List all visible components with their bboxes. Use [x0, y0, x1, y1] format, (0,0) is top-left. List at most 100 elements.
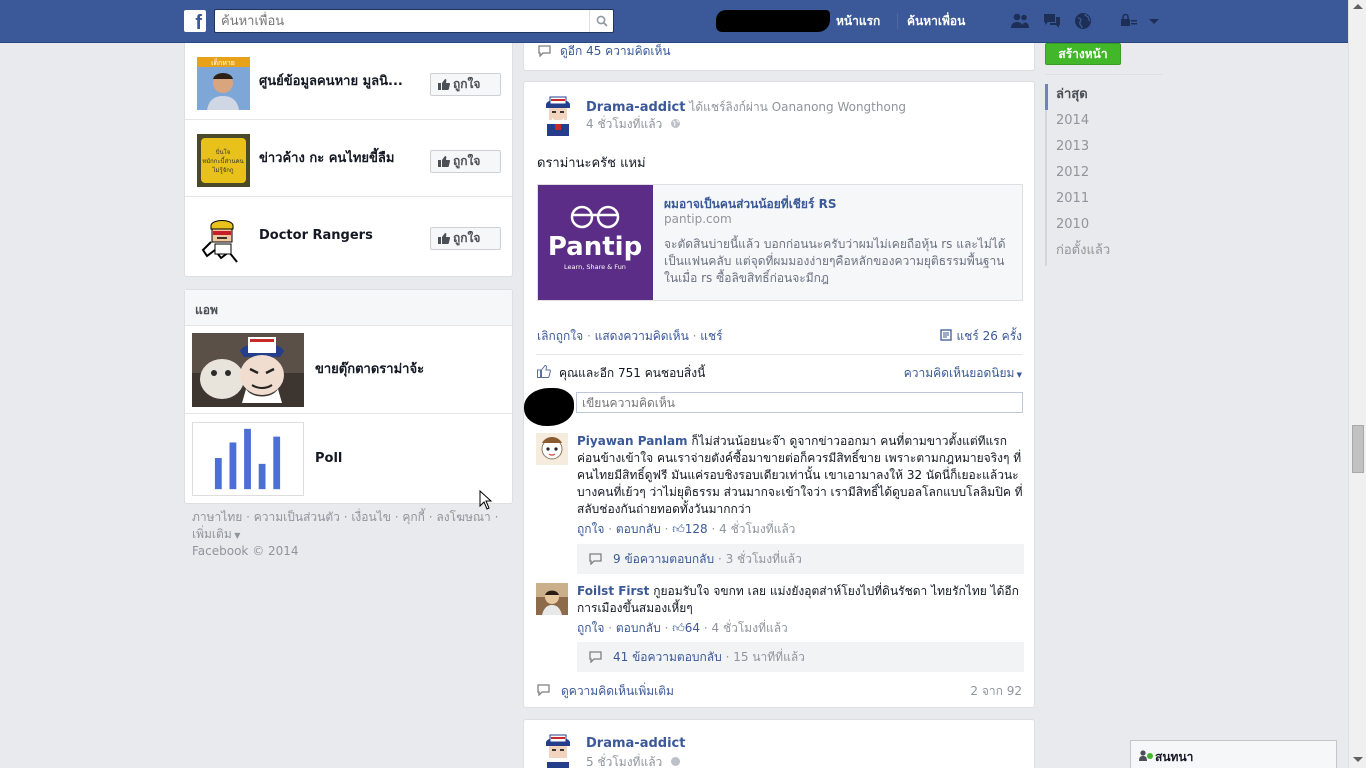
scroll-down-arrow-icon[interactable]: [1353, 757, 1363, 762]
commenter-name[interactable]: Foilst First: [577, 584, 649, 598]
post-card: Drama-addict ได้แชร์ลิงก์ผ่าน Oananong W…: [523, 81, 1035, 708]
like-label: ถูกใจ: [453, 77, 481, 91]
top-bar: f หน้าแรก ค้นหาเพื่อน: [0, 0, 1366, 43]
search-input[interactable]: [215, 10, 589, 32]
page-name[interactable]: ศูนย์ข้อมูลคนหาย มูลนิ...: [259, 43, 431, 120]
timeline-item-2010[interactable]: 2010: [1047, 214, 1165, 240]
view-more-comments-link[interactable]: ดูความคิดเห็นเพิ่มเติม: [537, 682, 674, 701]
scroll-up-arrow-icon[interactable]: [1353, 4, 1363, 9]
view-more-comments-label: ดูอีก 45 ความคิดเห็น: [560, 44, 671, 58]
comment-reply-link[interactable]: ตอบกลับ: [616, 522, 661, 536]
view-replies-bar[interactable]: 41 ข้อความตอบกลับ · 15 นาทีที่แล้ว: [577, 642, 1024, 672]
like-label: ถูกใจ: [453, 231, 481, 245]
comment-meta: ถูกใจ · ตอบกลับ · 👍︎64 · 4 ชั่วโมงที่แล้…: [577, 621, 788, 635]
view-more-comments-link[interactable]: ดูอีก 45 ความคิดเห็น: [538, 43, 671, 59]
scrollbar-thumb[interactable]: [1352, 425, 1364, 473]
post-time: 4 ชั่วโมงที่แล้ว: [586, 117, 663, 131]
nav-find-friends-link[interactable]: ค้นหาเพื่อน: [907, 12, 965, 31]
friend-requests-icon[interactable]: [1010, 12, 1030, 30]
nav-home-link[interactable]: หน้าแรก: [836, 12, 880, 31]
timeline-item-recent[interactable]: ล่าสุด: [1045, 84, 1165, 110]
comment-like-count[interactable]: 128: [685, 522, 708, 536]
app-name[interactable]: Poll: [315, 415, 342, 503]
vertical-scrollbar[interactable]: [1348, 0, 1366, 768]
footer-link-advertising[interactable]: ลงโฆษณา: [436, 510, 490, 524]
notifications-globe-icon[interactable]: [1073, 12, 1093, 30]
shares-count-link[interactable]: แชร์ 26 ครั้ง: [940, 327, 1022, 346]
post-author-name[interactable]: Drama-addict: [586, 736, 685, 751]
share-link[interactable]: แชร์: [700, 329, 722, 343]
timeline-item-2011[interactable]: 2011: [1047, 188, 1165, 214]
author-avatar-icon[interactable]: [538, 96, 578, 136]
page-row: ปั่นโจ หมักกะบี้ส่านคน ไม่รู้จักกู ข่าวค…: [185, 120, 512, 197]
timeline-item-2014[interactable]: 2014: [1047, 110, 1165, 136]
chat-label: สนทนา: [1155, 750, 1194, 764]
comment-reply-link[interactable]: ตอบกลับ: [616, 621, 661, 635]
pantip-tagline-text: Learn, Share & Fun: [564, 263, 626, 271]
app-thumbnail-drama-doll-icon: [192, 333, 304, 407]
app-thumbnail-poll-chart-icon: [192, 422, 304, 496]
page-name[interactable]: ข่าวค้าง กะ คนไทยขี้ลืม: [259, 120, 431, 197]
like-page-button[interactable]: ถูกใจ: [430, 150, 501, 173]
facebook-logo-icon[interactable]: f: [184, 10, 206, 32]
comment-like-count[interactable]: 64: [685, 621, 700, 635]
app-row[interactable]: ขายตุ๊กตาดราม่าจ้ะ: [185, 326, 512, 414]
pantip-brand-text: Pantip: [548, 232, 642, 262]
post-author-name[interactable]: Drama-addict: [586, 100, 685, 115]
likes-summary: คุณและอีก 751 คนชอบสิ่งนี้: [537, 364, 705, 383]
author-avatar-icon[interactable]: [538, 734, 578, 768]
page-row: Doctor Rangers ถูกใจ: [185, 197, 512, 274]
footer-link-more[interactable]: เพิ่มเติม: [192, 527, 232, 541]
previous-post-card: ดูอีก 45 ความคิดเห็น: [523, 43, 1035, 71]
messages-icon[interactable]: [1042, 12, 1062, 30]
comment-link[interactable]: แสดงความคิดเห็น: [595, 329, 689, 343]
like-page-button[interactable]: ถูกใจ: [430, 227, 501, 250]
redacted-username[interactable]: [716, 10, 830, 32]
comment-like-link[interactable]: ถูกใจ: [577, 522, 604, 536]
timeline-item-2013[interactable]: 2013: [1047, 136, 1165, 162]
apps-header: แอพ: [185, 290, 512, 326]
comment-meta: ถูกใจ · ตอบกลับ · 👍︎128 · 4 ชั่วโมงที่แล…: [577, 522, 796, 536]
post-action-text: ได้แชร์ลิงก์ผ่าน Oananong Wongthong: [689, 100, 907, 114]
create-page-button[interactable]: สร้างหน้า: [1045, 43, 1121, 65]
account-settings-chevron-down-icon[interactable]: [1147, 12, 1161, 30]
pantip-logo-image: Pantip Learn, Share & Fun: [538, 185, 653, 300]
view-replies-bar[interactable]: 9 ข้อความตอบกลับ · 3 ชั่วโมงที่แล้ว: [577, 544, 1024, 574]
comment-like-link[interactable]: ถูกใจ: [577, 621, 604, 635]
footer-link-cookies[interactable]: คุกกี้: [402, 510, 425, 524]
replies-count: 41 ข้อความตอบกลับ: [613, 650, 722, 664]
footer-link-language[interactable]: ภาษาไทย: [192, 510, 242, 524]
like-page-button[interactable]: ถูกใจ: [430, 73, 501, 96]
commenter-name[interactable]: Piyawan Panlam: [577, 434, 688, 448]
post-time: 5 ชั่วโมงที่แล้ว: [586, 755, 663, 768]
timeline-item-founded[interactable]: ก่อตั้งแล้ว: [1047, 240, 1165, 266]
comment-body: Piyawan Panlam ก็ไม่ส่วนน้อยนะจ๊า ดูจากข…: [577, 433, 1024, 518]
thumbs-up-icon: [438, 156, 450, 167]
top-comments-dropdown[interactable]: ความคิดเห็นยอดนิยม ▼: [904, 364, 1022, 383]
footer-link-privacy[interactable]: ความเป็นส่วนตัว: [254, 510, 340, 524]
comment-time[interactable]: 4 ชั่วโมงที่แล้ว: [712, 621, 788, 635]
comment-like-count-icon: 👍︎: [672, 621, 685, 635]
comment-body: Foilst First กูยอมรับใจ จขกท เลย แม่งยัง…: [577, 583, 1024, 617]
unlike-link[interactable]: เลิกถูกใจ: [537, 329, 583, 343]
comment-icon: [537, 684, 550, 696]
post-timestamp[interactable]: 5 ชั่วโมงที่แล้ว: [586, 753, 681, 768]
comment-time[interactable]: 4 ชั่วโมงที่แล้ว: [719, 522, 795, 536]
timeline-item-2012[interactable]: 2012: [1047, 162, 1165, 188]
page-name[interactable]: Doctor Rangers: [259, 197, 431, 274]
chat-sidebar-tab[interactable]: สนทนา: [1130, 740, 1337, 768]
footer-link-terms[interactable]: เงื่อนไข: [351, 510, 391, 524]
app-row[interactable]: Poll: [185, 415, 512, 503]
comment-input[interactable]: [576, 392, 1023, 413]
comment-icon: [538, 45, 551, 57]
commenter-avatar-icon[interactable]: [536, 433, 568, 465]
page-thumbnail-sign-icon: ปั่นโจ หมักกะบี้ส่านคน ไม่รู้จักกู: [197, 134, 250, 187]
privacy-shortcuts-icon[interactable]: [1119, 12, 1139, 30]
link-preview[interactable]: Pantip Learn, Share & Fun ผมอาจเป็นคนส่ว…: [537, 184, 1023, 301]
likes-summary-text[interactable]: คุณและอีก 751 คนชอบสิ่งนี้: [559, 366, 705, 380]
next-post-card: Drama-addict 5 ชั่วโมงที่แล้ว: [523, 719, 1035, 768]
commenter-avatar-icon[interactable]: [536, 583, 568, 615]
app-name[interactable]: ขายตุ๊กตาดราม่าจ้ะ: [315, 326, 424, 414]
search-button[interactable]: [589, 10, 613, 32]
post-timestamp[interactable]: 4 ชั่วโมงที่แล้ว: [586, 115, 681, 134]
